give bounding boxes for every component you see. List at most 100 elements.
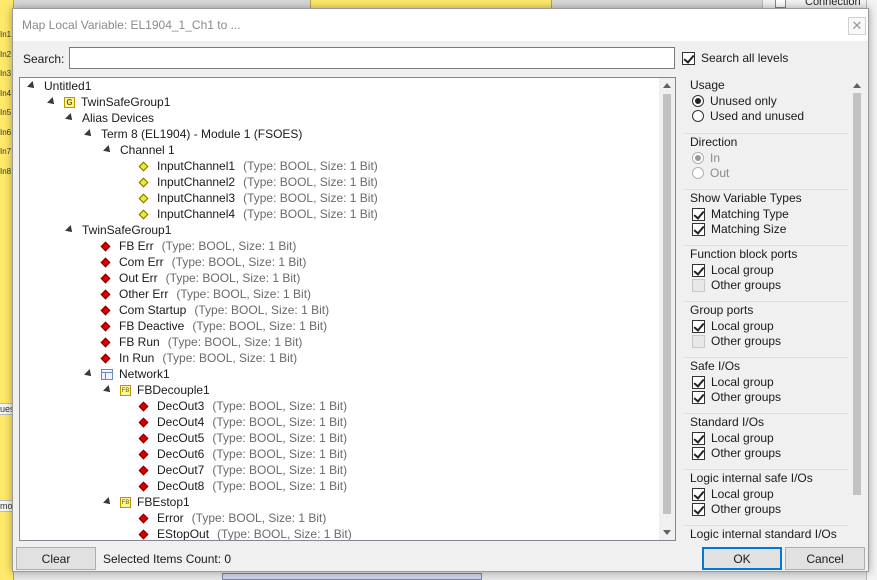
checkbox-icon[interactable]	[692, 431, 705, 445]
ok-button[interactable]: OK	[702, 547, 782, 570]
clear-button[interactable]: Clear	[16, 547, 96, 570]
filter-panel-scrollbar[interactable]	[848, 77, 865, 541]
tree-scroll-thumb[interactable]	[663, 94, 671, 514]
expand-arrow-icon[interactable]	[103, 497, 113, 507]
search-all-levels-checkbox[interactable]: Search all levels	[682, 51, 788, 65]
direction-out-radio[interactable]: Out	[692, 166, 729, 180]
tree-node-group-vars[interactable]: TwinSafeGroup1	[65, 222, 172, 238]
expand-arrow-icon[interactable]	[65, 113, 75, 123]
group-ports-local-group-checkbox[interactable]: Local group	[692, 319, 774, 333]
tree-leaf-fb-var[interactable]: EStopOut (Type: BOOL, Size: 1 Bit)	[138, 526, 352, 541]
logic-safe-other-groups-checkbox[interactable]: Other groups	[692, 502, 781, 516]
checkbox-icon[interactable]	[692, 319, 705, 333]
filter-panel-scroll-thumb[interactable]	[853, 93, 861, 495]
expand-arrow-icon[interactable]	[65, 225, 75, 235]
checkbox-icon[interactable]	[692, 390, 705, 404]
safe-ios-other-groups-checkbox[interactable]: Other groups	[692, 390, 781, 404]
expand-arrow-icon[interactable]	[84, 129, 94, 139]
function-block-icon: FB	[120, 496, 131, 508]
safe-variable-icon	[138, 465, 149, 475]
tree-node-root[interactable]: Untitled1	[27, 78, 91, 94]
checkbox-icon[interactable]	[692, 487, 705, 501]
scroll-down-icon[interactable]	[663, 530, 671, 535]
safe-ios-local-group-checkbox[interactable]: Local group	[692, 375, 774, 389]
tree-leaf-input-channel[interactable]: InputChannel1 (Type: BOOL, Size: 1 Bit)	[138, 158, 378, 174]
matching-size-checkbox[interactable]: Matching Size	[692, 222, 786, 236]
tree-leaf-input-channel[interactable]: InputChannel4 (Type: BOOL, Size: 1 Bit)	[138, 206, 378, 222]
usage-used-and-unused-radio[interactable]: Used and unused	[692, 109, 804, 123]
checkbox-icon[interactable]	[692, 207, 705, 221]
bg-label-in4: In4	[0, 89, 12, 98]
tree-leaf-input-channel[interactable]: InputChannel2 (Type: BOOL, Size: 1 Bit)	[138, 174, 378, 190]
tree-node-fb-estop[interactable]: FB FBEstop1	[103, 494, 190, 510]
tree-leaf-group-var[interactable]: FB Err (Type: BOOL, Size: 1 Bit)	[100, 238, 296, 254]
checkbox-icon[interactable]	[692, 375, 705, 389]
tree-leaf-group-var[interactable]: In Run (Type: BOOL, Size: 1 Bit)	[100, 350, 297, 366]
tree-leaf-fb-var[interactable]: DecOut8 (Type: BOOL, Size: 1 Bit)	[138, 478, 347, 494]
variable-type: (Type: BOOL, Size: 1 Bit)	[212, 399, 348, 413]
radio-icon[interactable]	[692, 110, 704, 122]
logic-safe-local-group-checkbox[interactable]: Local group	[692, 487, 774, 501]
group-ports-other-groups-checkbox[interactable]: Other groups	[692, 334, 781, 348]
tree-leaf-group-var[interactable]: Other Err (Type: BOOL, Size: 1 Bit)	[100, 286, 311, 302]
standard-ios-local-group-checkbox[interactable]: Local group	[692, 431, 774, 445]
tree-node-channel[interactable]: Channel 1	[103, 142, 175, 158]
tree-leaf-group-var[interactable]: Out Err (Type: BOOL, Size: 1 Bit)	[100, 270, 300, 286]
radio-icon[interactable]	[692, 152, 704, 164]
tree-leaf-group-var[interactable]: Com Startup (Type: BOOL, Size: 1 Bit)	[100, 302, 329, 318]
expand-arrow-icon[interactable]	[27, 81, 37, 91]
expand-arrow-icon[interactable]	[47, 97, 57, 107]
tree-node-fb-decouple[interactable]: FB FBDecouple1	[103, 382, 210, 398]
variable-name: EStopOut	[157, 527, 210, 541]
tree-leaf-fb-var[interactable]: DecOut6 (Type: BOOL, Size: 1 Bit)	[138, 446, 347, 462]
checkbox-icon[interactable]	[692, 446, 705, 460]
expand-arrow-icon[interactable]	[103, 385, 113, 395]
tree-leaf-group-var[interactable]: FB Deactive (Type: BOOL, Size: 1 Bit)	[100, 318, 327, 334]
safe-variable-icon	[138, 417, 149, 427]
tree-node-network[interactable]: Network1	[84, 366, 170, 382]
variable-tree-content: Untitled1 G TwinSafeGroup1 Alias Devices…	[20, 78, 660, 540]
tree-leaf-input-channel[interactable]: InputChannel3 (Type: BOOL, Size: 1 Bit)	[138, 190, 378, 206]
dialog-title: Map Local Variable: EL1904_1_Ch1 to ...	[22, 18, 241, 32]
checkbox-icon[interactable]	[692, 263, 705, 277]
radio-icon[interactable]	[692, 95, 704, 107]
fb-ports-other-groups-checkbox[interactable]: Other groups	[692, 278, 781, 292]
checkbox-icon[interactable]	[692, 334, 705, 348]
expand-arrow-icon[interactable]	[103, 145, 113, 155]
usage-unused-only-radio[interactable]: Unused only	[692, 94, 777, 108]
tree-leaf-fb-var[interactable]: DecOut3 (Type: BOOL, Size: 1 Bit)	[138, 398, 347, 414]
show-variable-types-group: Show Variable Types Matching Type Matchi…	[684, 189, 848, 245]
standard-ios-other-groups-checkbox[interactable]: Other groups	[692, 446, 781, 460]
checkbox-icon[interactable]	[692, 222, 705, 236]
tree-node-alias-devices[interactable]: Alias Devices	[65, 110, 154, 126]
variable-tree[interactable]: Untitled1 G TwinSafeGroup1 Alias Devices…	[19, 77, 676, 541]
tree-leaf-fb-var[interactable]: DecOut5 (Type: BOOL, Size: 1 Bit)	[138, 430, 347, 446]
checkbox-icon[interactable]	[692, 278, 705, 292]
tree-leaf-group-var[interactable]: Com Err (Type: BOOL, Size: 1 Bit)	[100, 254, 306, 270]
radio-icon[interactable]	[692, 167, 704, 179]
logic-internal-standard-ios-group: Logic internal standard I/Os	[684, 525, 848, 541]
direction-in-radio[interactable]: In	[692, 151, 720, 165]
variable-name: DecOut5	[157, 431, 205, 445]
tree-leaf-group-var[interactable]: FB Run (Type: BOOL, Size: 1 Bit)	[100, 334, 302, 350]
variable-name: Other Err	[119, 287, 169, 301]
scroll-up-icon[interactable]	[663, 83, 671, 88]
bg-bottom-bar	[222, 573, 482, 580]
fb-ports-local-group-checkbox[interactable]: Local group	[692, 263, 774, 277]
safe-variable-icon	[138, 449, 149, 459]
scroll-up-icon[interactable]	[853, 83, 861, 88]
tree-leaf-fb-var[interactable]: DecOut7 (Type: BOOL, Size: 1 Bit)	[138, 462, 347, 478]
tree-node-label: TwinSafeGroup1	[82, 223, 172, 237]
tree-leaf-fb-var[interactable]: Error (Type: BOOL, Size: 1 Bit)	[138, 510, 326, 526]
matching-type-checkbox[interactable]: Matching Type	[692, 207, 789, 221]
tree-leaf-fb-var[interactable]: DecOut4 (Type: BOOL, Size: 1 Bit)	[138, 414, 347, 430]
cancel-button[interactable]: Cancel	[785, 547, 865, 570]
tree-node-group[interactable]: G TwinSafeGroup1	[47, 94, 170, 110]
checkbox-icon[interactable]	[692, 502, 705, 516]
tree-scrollbar[interactable]	[659, 78, 675, 540]
search-all-levels-check[interactable]	[682, 51, 695, 65]
close-icon[interactable]: ✕	[848, 17, 866, 35]
expand-arrow-icon[interactable]	[84, 369, 94, 379]
search-input[interactable]	[69, 47, 675, 69]
tree-node-term[interactable]: Term 8 (EL1904) - Module 1 (FSOES)	[84, 126, 302, 142]
